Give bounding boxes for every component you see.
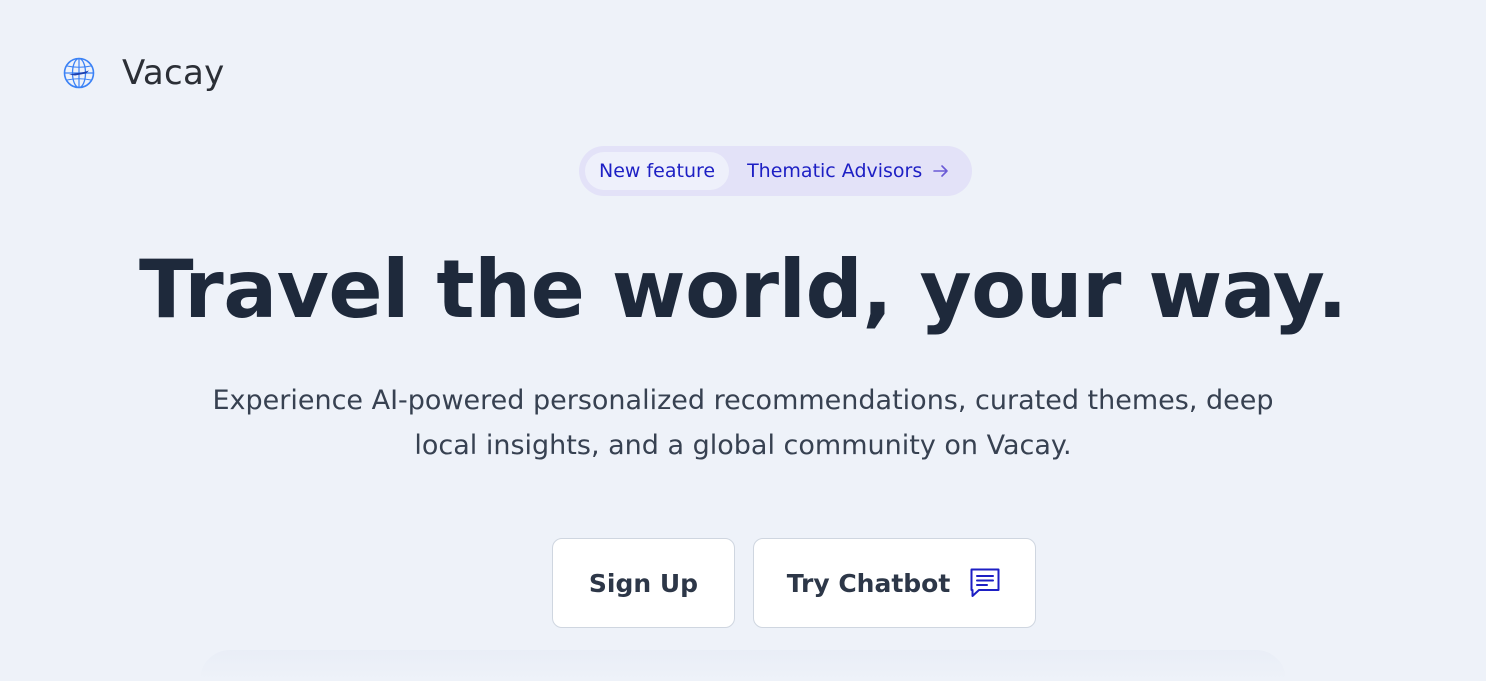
- sign-up-label: Sign Up: [588, 568, 699, 598]
- site-header: Vacay: [62, 54, 225, 92]
- announcement-link-label: Thematic Advisors: [747, 160, 923, 182]
- arrow-right-icon: [933, 165, 949, 177]
- sign-up-button[interactable]: Sign Up: [552, 538, 735, 628]
- brand-name[interactable]: Vacay: [122, 54, 225, 92]
- thematic-advisors-link[interactable]: Thematic Advisors: [747, 160, 950, 182]
- feature-announcement[interactable]: New feature Thematic Advisors: [579, 146, 972, 196]
- content-preview-edge: [200, 650, 1286, 681]
- try-chatbot-label: Try Chatbot: [786, 568, 951, 598]
- hero-title: Travel the world, your way.: [139, 243, 1347, 336]
- try-chatbot-button[interactable]: Try Chatbot: [753, 538, 1036, 628]
- chat-icon: [970, 568, 1000, 597]
- hero-subtitle: Experience AI-powered personalized recom…: [212, 385, 1274, 461]
- new-feature-badge: New feature: [585, 152, 730, 190]
- globe-icon[interactable]: [62, 56, 96, 90]
